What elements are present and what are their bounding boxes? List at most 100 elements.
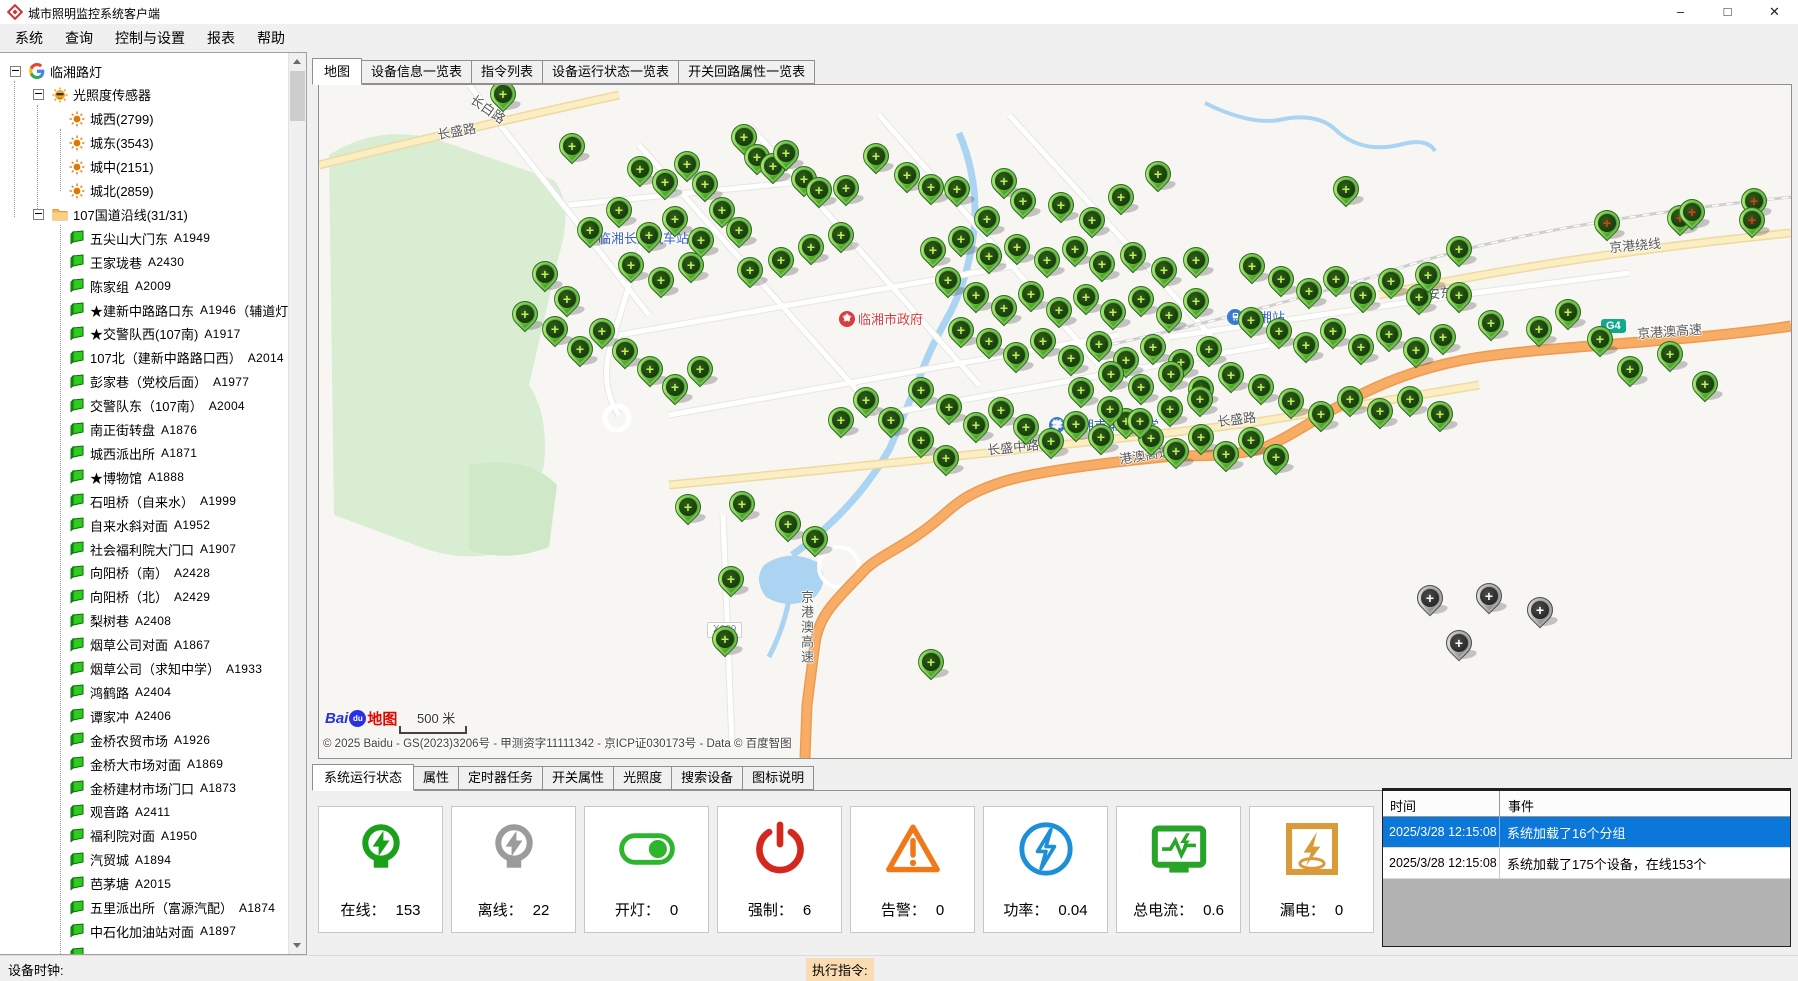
tree-device-item[interactable]: 金桥大市场对面A1869 xyxy=(0,752,223,776)
tree-device-item[interactable]: 谭家冲A2406 xyxy=(0,704,171,728)
marker-plus-icon: + xyxy=(1131,412,1149,430)
tree-device-item[interactable]: 石咀桥（自来水）A1999 xyxy=(0,489,236,513)
marker-plus-icon: + xyxy=(679,498,697,516)
scroll-up-arrow-icon[interactable] xyxy=(289,53,306,70)
tree-sensor-item[interactable]: 城中(2151) xyxy=(0,155,154,179)
menu-查询[interactable]: 查询 xyxy=(54,24,104,52)
scroll-down-arrow-icon[interactable] xyxy=(289,937,306,954)
tree-sensor-item[interactable]: 城东(3543) xyxy=(0,131,154,155)
tree-device-item[interactable]: 107北（建新中路路口西）A2014 xyxy=(0,346,284,370)
marker-plus-icon: + xyxy=(1038,251,1056,269)
tree-sensor-item[interactable]: 城北(2859) xyxy=(0,179,154,203)
tree-root[interactable]: 临湘路灯 xyxy=(0,59,102,83)
tab-地图[interactable]: 地图 xyxy=(312,58,362,85)
collapse-toggle-icon[interactable] xyxy=(33,209,44,220)
marker-plus-icon: + xyxy=(546,320,564,338)
flag-icon xyxy=(68,708,85,725)
tree-device-item[interactable]: 五里派出所（富源汽配）A1874 xyxy=(0,896,275,920)
tab-属性[interactable]: 属性 xyxy=(413,766,459,790)
tree-device-item[interactable]: 芭茅塘A2015 xyxy=(0,872,171,896)
collapse-toggle-icon[interactable] xyxy=(33,89,44,100)
tree-device-item[interactable]: 福利院对面A1950 xyxy=(0,824,197,848)
tree-device-item[interactable]: 梨树巷A2408 xyxy=(0,609,171,633)
marker-plus-icon: + xyxy=(1083,211,1101,229)
close-button[interactable]: ✕ xyxy=(1751,0,1798,24)
tree-device-item[interactable]: 烟草公司（求知中学）A1933 xyxy=(0,657,262,681)
tab-指令列表[interactable]: 指令列表 xyxy=(471,60,543,84)
tree-sensor-item[interactable]: 城西(2799) xyxy=(0,107,154,131)
tab-系统运行状态[interactable]: 系统运行状态 xyxy=(312,764,414,791)
marker-plus-icon: + xyxy=(1191,390,1209,408)
tree-device-item[interactable]: 彭家巷（党校后面）A1977 xyxy=(0,370,249,394)
tree-device-item[interactable]: ★博物馆A1888 xyxy=(0,465,184,489)
tree-device-item[interactable]: 社会福利院大门口A1907 xyxy=(0,537,236,561)
flag-icon xyxy=(68,732,85,749)
tree-device-item[interactable]: 南正街转盘A1876 xyxy=(0,418,197,442)
app-logo-icon xyxy=(7,4,23,20)
tree-group-sensors[interactable]: 光照度传感器 xyxy=(0,83,151,107)
event-row[interactable]: 2025/3/28 12:15:08系统加载了175个设备，在线153个 xyxy=(1383,848,1790,879)
tab-设备信息一览表[interactable]: 设备信息一览表 xyxy=(361,60,472,84)
menu-控制与设置[interactable]: 控制与设置 xyxy=(104,24,196,52)
tree-device-item[interactable]: 金桥农贸市场A1926 xyxy=(0,728,210,752)
event-row[interactable]: 2025/3/28 12:15:08系统加载了16个分组 xyxy=(1383,817,1790,848)
map-canvas[interactable]: 长白路 长盛路 长安东路 京港绕线 G4 京港澳高速 港澳高速 京港澳高速 长盛… xyxy=(318,84,1792,759)
tree-device-item[interactable]: 观音路A2411 xyxy=(0,800,170,824)
tab-光照度[interactable]: 光照度 xyxy=(613,766,672,790)
tree-device-item[interactable]: 金桥建材市场门口A1873 xyxy=(0,776,236,800)
collapse-toggle-icon[interactable] xyxy=(10,66,21,77)
marker-plus-icon: + xyxy=(1062,349,1080,367)
tree-device-item[interactable]: 中石化加油站对面A1897 xyxy=(0,919,236,943)
tree-device-item[interactable]: 五尖山大门东A1949 xyxy=(0,226,210,250)
tree-device-item[interactable]: 向阳桥（北）A2429 xyxy=(0,585,210,609)
tab-开关回路属性一览表[interactable]: 开关回路属性一览表 xyxy=(678,60,815,84)
marker-plus-icon: + xyxy=(571,340,589,358)
marker-plus-icon: + xyxy=(912,381,930,399)
marker-plus-icon: + xyxy=(1530,320,1548,338)
menu-帮助[interactable]: 帮助 xyxy=(246,24,296,52)
menu-报表[interactable]: 报表 xyxy=(196,24,246,52)
marker-plus-icon: + xyxy=(857,391,875,409)
marker-plus-icon: + xyxy=(1161,400,1179,418)
tree-device-item[interactable]: 交警队东（107南）A2004 xyxy=(0,394,245,418)
tree-device-item[interactable]: ★建新中路路口东A1946（辅道灯） xyxy=(0,298,301,322)
marker-plus-icon: + xyxy=(1743,211,1761,229)
tab-定时器任务[interactable]: 定时器任务 xyxy=(458,766,543,790)
event-header-event: 事件 xyxy=(1500,791,1790,816)
minimize-button[interactable]: – xyxy=(1657,0,1704,24)
tree-device-item[interactable]: 王家珑巷A2430 xyxy=(0,250,184,274)
tree-device-item[interactable]: 陈家组A2009 xyxy=(0,274,171,298)
tree-device-item[interactable] xyxy=(0,943,85,954)
tab-图标说明[interactable]: 图标说明 xyxy=(742,766,814,790)
tree-device-item[interactable]: 自来水斜对面A1952 xyxy=(0,513,210,537)
maximize-button[interactable]: □ xyxy=(1704,0,1751,24)
tree-device-item[interactable]: 汽贸城A1894 xyxy=(0,848,171,872)
tree-device-item[interactable]: 向阳桥（南）A2428 xyxy=(0,561,210,585)
marker-plus-icon: + xyxy=(1352,338,1370,356)
tree-device-item[interactable]: 城西派出所A1871 xyxy=(0,441,197,465)
tree-group-road107[interactable]: 107国道沿线(31/31) xyxy=(0,202,188,226)
marker-plus-icon: + xyxy=(1217,445,1235,463)
status-card-caption: 告警：0 xyxy=(881,899,944,920)
tree-scrollbar[interactable] xyxy=(288,53,306,954)
tree-device-item[interactable]: ★交警队西(107南)A1917 xyxy=(0,322,241,346)
tab-搜索设备[interactable]: 搜索设备 xyxy=(671,766,743,790)
marker-plus-icon: + xyxy=(995,172,1013,190)
marker-plus-icon: + xyxy=(631,160,649,178)
marker-plus-icon: + xyxy=(1421,589,1439,607)
tab-设备运行状态一览表[interactable]: 设备运行状态一览表 xyxy=(542,60,679,84)
flag-icon xyxy=(68,588,85,605)
marker-plus-icon: + xyxy=(640,226,658,244)
marker-plus-icon: + xyxy=(1434,328,1452,346)
sun-icon xyxy=(68,158,85,175)
marker-plus-icon: + xyxy=(1243,257,1261,275)
marker-plus-icon: + xyxy=(691,360,709,378)
marker-plus-icon: + xyxy=(536,265,554,283)
tab-开关属性[interactable]: 开关属性 xyxy=(542,766,614,790)
tree-device-item[interactable]: 鸿鹤路A2404 xyxy=(0,680,171,704)
flag-icon xyxy=(68,947,85,954)
scrollbar-thumb[interactable] xyxy=(290,71,305,121)
tree-device-item[interactable]: 烟草公司对面A1867 xyxy=(0,633,210,657)
menu-系统[interactable]: 系统 xyxy=(4,24,54,52)
marker-plus-icon: + xyxy=(1324,322,1342,340)
